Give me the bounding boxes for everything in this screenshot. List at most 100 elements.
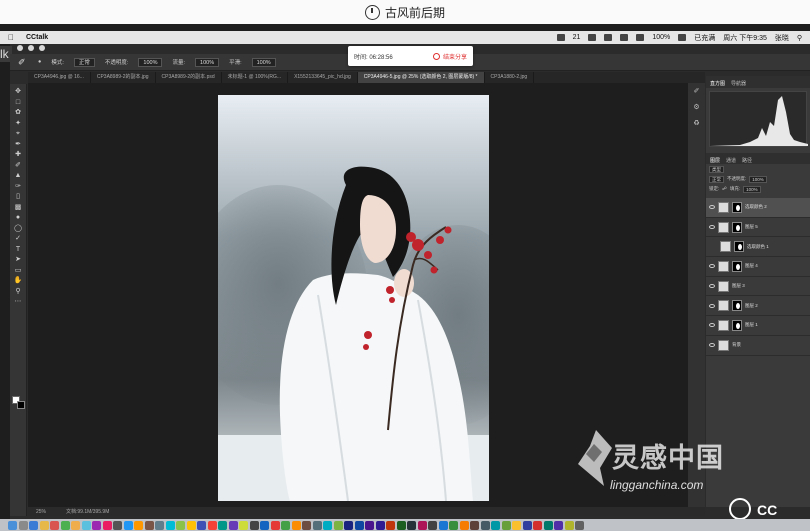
layer-mask-thumbnail[interactable] xyxy=(734,241,744,253)
app-icon[interactable] xyxy=(113,520,122,530)
layer-kind-select[interactable]: 类型 xyxy=(709,165,724,173)
app-icon[interactable] xyxy=(480,520,490,530)
app-icon[interactable] xyxy=(239,520,248,530)
eye-icon[interactable] xyxy=(709,323,715,328)
photoshop-dock-icon[interactable] xyxy=(344,520,353,530)
brush-preset-icon[interactable]: ● xyxy=(38,59,41,65)
eye-icon[interactable] xyxy=(709,264,715,269)
app-icon[interactable] xyxy=(564,520,574,530)
eye-icon[interactable] xyxy=(709,343,715,348)
app-icon[interactable] xyxy=(39,520,49,530)
layer-mask-thumbnail[interactable] xyxy=(732,221,742,233)
eye-icon[interactable] xyxy=(709,225,715,230)
healing-tool-icon[interactable]: ✚ xyxy=(13,150,23,161)
lightroom-dock-icon[interactable] xyxy=(354,520,364,530)
app-icon[interactable] xyxy=(620,34,629,41)
chat-icon[interactable] xyxy=(556,34,565,41)
doc-tab[interactable]: CP3A8989-2的副本.jpg xyxy=(91,72,156,83)
app-icon[interactable] xyxy=(588,34,597,41)
launchpad-icon[interactable] xyxy=(18,520,28,530)
app-icon[interactable] xyxy=(218,520,227,530)
blend-mode-select[interactable]: 正常 xyxy=(709,175,724,183)
finder-icon[interactable] xyxy=(8,520,17,530)
clock-text[interactable]: 周六 下午9:35 xyxy=(723,33,767,43)
gradient-tool-icon[interactable]: ▩ xyxy=(13,203,23,214)
app-icon[interactable] xyxy=(197,520,206,530)
app-icon[interactable] xyxy=(386,520,395,530)
brush-tool-icon[interactable]: ✐ xyxy=(18,57,28,67)
user-name[interactable]: 张晓 xyxy=(775,33,789,43)
app-icon[interactable] xyxy=(533,520,542,530)
app-icon[interactable] xyxy=(375,520,385,530)
search-icon[interactable]: ⚲ xyxy=(797,34,802,42)
pen-tool-icon[interactable]: ✓ xyxy=(13,234,23,245)
move-tool-icon[interactable]: ✥ xyxy=(13,87,23,98)
smooth-input[interactable]: 100% xyxy=(251,57,276,67)
layer-row[interactable]: 背景 xyxy=(706,336,810,356)
tab-channels[interactable]: 通道 xyxy=(726,157,736,164)
app-icon[interactable] xyxy=(302,520,311,530)
crop-tool-icon[interactable]: ⌖ xyxy=(13,129,23,140)
layer-row[interactable]: 图层 4 xyxy=(706,257,810,277)
adjust-icon[interactable]: ⚙ xyxy=(693,103,699,111)
doc-tab[interactable]: CP3A8989-2的副本.psd xyxy=(156,72,222,83)
layer-mask-thumbnail[interactable] xyxy=(732,319,742,331)
layer-mask-thumbnail[interactable] xyxy=(732,260,742,272)
app-icon[interactable] xyxy=(176,520,185,530)
stop-share-button[interactable]: 结束分享 xyxy=(432,52,467,61)
app-icon[interactable] xyxy=(260,520,269,530)
app-icon[interactable] xyxy=(522,520,532,530)
eye-icon[interactable] xyxy=(709,284,715,289)
battery-icon[interactable] xyxy=(678,34,687,41)
zoom-window-button[interactable] xyxy=(39,45,45,51)
eraser-tool-icon[interactable]: ▯ xyxy=(13,192,23,203)
app-icon[interactable] xyxy=(281,520,290,530)
path-select-tool-icon[interactable]: ➤ xyxy=(13,255,23,266)
layer-row[interactable]: 图层 1 xyxy=(706,316,810,336)
app-icon[interactable] xyxy=(270,520,280,530)
document-image[interactable] xyxy=(218,95,489,501)
history-brush-icon[interactable]: ✑ xyxy=(13,182,23,193)
doc-tab[interactable]: 未标题-1 @ 100%(RG... xyxy=(222,72,289,83)
app-icon[interactable] xyxy=(102,520,112,530)
shape-tool-icon[interactable]: ▭ xyxy=(13,266,23,277)
app-icon[interactable] xyxy=(554,520,563,530)
minimize-window-button[interactable] xyxy=(28,45,34,51)
trash-icon[interactable] xyxy=(575,520,584,530)
app-name[interactable]: CCtalk xyxy=(26,34,48,41)
layer-row[interactable]: 图层 5 xyxy=(706,218,810,238)
app-icon[interactable] xyxy=(60,520,70,530)
type-tool-icon[interactable]: T xyxy=(13,245,23,256)
tab-navigator[interactable]: 导航器 xyxy=(731,80,746,87)
tab-histogram[interactable]: 直方图 xyxy=(710,80,725,87)
dodge-tool-icon[interactable]: ◯ xyxy=(13,224,23,235)
app-icon[interactable] xyxy=(249,520,259,530)
doc-tab[interactable]: CP3A4946.jpg @ 16... xyxy=(28,72,91,83)
history-icon[interactable]: ♻ xyxy=(693,119,699,127)
app-icon[interactable] xyxy=(207,520,217,530)
apple-icon[interactable]:  xyxy=(6,33,16,42)
tab-layers[interactable]: 图层 xyxy=(710,157,720,164)
zoom-tool-icon[interactable]: ⚲ xyxy=(13,287,23,298)
eye-icon[interactable] xyxy=(709,205,715,210)
app-icon[interactable] xyxy=(81,520,91,530)
app-icon[interactable] xyxy=(165,520,175,530)
layer-row[interactable]: 选取颜色 1 xyxy=(706,237,810,258)
app-icon[interactable] xyxy=(323,520,332,530)
magic-wand-tool-icon[interactable]: ✦ xyxy=(13,119,23,130)
safari-icon[interactable] xyxy=(29,520,38,530)
app-icon[interactable] xyxy=(470,520,479,530)
app-icon[interactable] xyxy=(438,520,448,530)
layer-opacity-input[interactable]: 100% xyxy=(749,175,767,183)
app-icon[interactable] xyxy=(144,520,154,530)
app-icon[interactable] xyxy=(512,520,521,530)
app-icon[interactable] xyxy=(333,520,343,530)
background-color[interactable] xyxy=(17,401,25,409)
brush-settings-icon[interactable]: ✐ xyxy=(694,87,700,95)
color-swatches[interactable] xyxy=(12,396,26,410)
app-icon[interactable] xyxy=(50,520,59,530)
doc-tab-active[interactable]: CP3A4946-5.jpg @ 25% (选取颜色 2, 图层蒙版/8) * xyxy=(357,72,485,83)
close-window-button[interactable] xyxy=(17,45,23,51)
brush-tool-icon[interactable]: ✐ xyxy=(13,161,23,172)
lock-icon[interactable]: ☍ xyxy=(722,186,727,192)
